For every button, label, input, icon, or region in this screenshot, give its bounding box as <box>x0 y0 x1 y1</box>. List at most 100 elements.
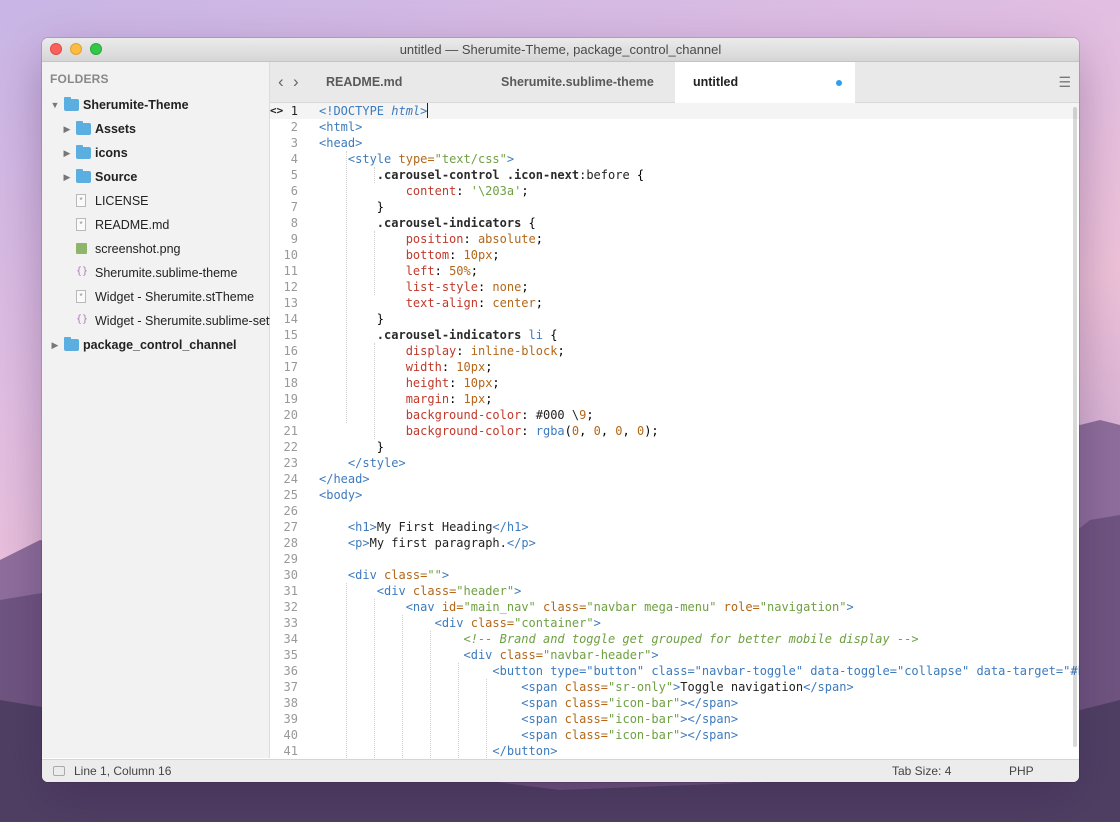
code-line[interactable]: bottom: 10px; <box>319 247 1079 263</box>
line-number: 12 <box>283 280 298 294</box>
line-number: 3 <box>290 136 298 150</box>
sidebar-item[interactable]: * Widget - Sherumite.stTheme <box>42 285 269 309</box>
code-line[interactable]: .carousel-control .icon-next:before { <box>319 167 1079 183</box>
line-number: 13 <box>283 296 298 310</box>
sidebar-item[interactable]: ▶ icons <box>42 141 269 165</box>
tab-menu-icon[interactable]: ☰ <box>1058 62 1071 102</box>
code-area[interactable]: <!DOCTYPE html> <html> <head> <style type=… <box>319 103 1079 758</box>
sidebar-item[interactable]: * README.md <box>42 213 269 237</box>
code-line[interactable]: <!-- Brand and toggle get grouped for be… <box>319 631 1079 647</box>
tab-sherumite-theme[interactable]: Sherumite.sublime-theme <box>501 62 671 102</box>
code-line[interactable]: </button> <box>319 743 1079 758</box>
disclosure-closed-icon[interactable]: ▶ <box>62 165 72 189</box>
code-line[interactable]: .carousel-indicators li { <box>319 327 1079 343</box>
line-number: 7 <box>290 200 298 214</box>
code-line[interactable]: <h1>My First Heading</h1> <box>319 519 1079 535</box>
tab-label: Sherumite.sublime-theme <box>501 75 654 89</box>
indent-guide <box>374 599 375 758</box>
disclosure-open-icon[interactable]: ▼ <box>50 93 60 117</box>
code-line[interactable]: <nav id="main_nav" class="navbar mega-me… <box>319 599 1079 615</box>
code-editor[interactable]: <> 1 2 3 4 5 6 7 8 9 10 11 12 13 14 15 16 17 18 19 20 21 22 23 2… <box>270 103 1079 758</box>
line-number: 9 <box>290 232 298 246</box>
tab-readme[interactable]: README.md <box>326 62 476 102</box>
sidebar-item[interactable]: {} Sherumite.sublime-theme <box>42 261 269 285</box>
panel-toggle-icon[interactable] <box>53 766 65 776</box>
code-line[interactable]: position: absolute; <box>319 231 1079 247</box>
image-file-icon <box>76 243 87 254</box>
sidebar-item[interactable]: * LICENSE <box>42 189 269 213</box>
code-line[interactable]: background-color: rgba(0, 0, 0, 0); <box>319 423 1079 439</box>
code-line[interactable] <box>319 503 1079 519</box>
code-line[interactable]: </style> <box>319 455 1079 471</box>
line-number: 17 <box>283 360 298 374</box>
folder-icon <box>64 97 79 111</box>
indent-guide <box>374 343 375 439</box>
code-line[interactable]: .carousel-indicators { <box>319 215 1079 231</box>
code-line[interactable]: margin: 1px; <box>319 391 1079 407</box>
code-line[interactable]: background-color: #000 \9; <box>319 407 1079 423</box>
code-line[interactable]: } <box>319 311 1079 327</box>
code-line[interactable]: } <box>319 199 1079 215</box>
line-number: 10 <box>283 248 298 262</box>
line-number: <> 1 <box>270 104 298 118</box>
sidebar-item[interactable]: {} Widget - Sherumite.sublime-sett <box>42 309 273 333</box>
code-line[interactable]: <span class="sr-only">Toggle navigation<… <box>319 679 1079 695</box>
line-number: 28 <box>283 536 298 550</box>
editor-window: untitled — Sherumite-Theme, package_cont… <box>42 38 1079 782</box>
code-line[interactable]: <!DOCTYPE html> <box>319 103 1079 119</box>
disclosure-closed-icon[interactable]: ▶ <box>62 141 72 165</box>
code-line[interactable]: content: '\203a'; <box>319 183 1079 199</box>
sidebar-item[interactable]: ▶ package_control_channel <box>42 333 269 357</box>
cursor-position: Line 1, Column 16 <box>74 764 172 778</box>
sidebar-item[interactable]: ▼ Sherumite-Theme <box>42 93 269 117</box>
back-nav-icon[interactable]: ‹ <box>278 62 284 102</box>
code-line[interactable]: height: 10px; <box>319 375 1079 391</box>
line-number: 24 <box>283 472 298 486</box>
tab-untitled[interactable]: untitled <box>675 62 855 103</box>
line-number: 2 <box>290 120 298 134</box>
minimize-window-button[interactable] <box>70 43 82 55</box>
file-icon: * <box>76 290 86 303</box>
sidebar-item[interactable]: ▶ Source <box>42 165 269 189</box>
disclosure-closed-icon[interactable]: ▶ <box>62 117 72 141</box>
code-line[interactable]: <div class=""> <box>319 567 1079 583</box>
sidebar-item[interactable]: ▶ Assets <box>42 117 269 141</box>
code-line[interactable]: <span class="icon-bar"></span> <box>319 711 1079 727</box>
code-line[interactable]: width: 10px; <box>319 359 1079 375</box>
code-line[interactable]: <span class="icon-bar"></span> <box>319 727 1079 743</box>
close-window-button[interactable] <box>50 43 62 55</box>
sidebar-item-label: Assets <box>95 122 136 136</box>
code-line[interactable]: <div class="header"> <box>319 583 1079 599</box>
folder-icon <box>76 145 91 159</box>
code-line[interactable]: <body> <box>319 487 1079 503</box>
line-number: 38 <box>283 696 298 710</box>
code-line[interactable]: <button type="button" class="navbar-togg… <box>319 663 1079 679</box>
syntax-indicator[interactable]: PHP <box>1009 760 1034 782</box>
code-line[interactable]: <head> <box>319 135 1079 151</box>
code-line[interactable]: <style type="text/css"> <box>319 151 1079 167</box>
code-line[interactable]: text-align: center; <box>319 295 1079 311</box>
vertical-scrollbar[interactable] <box>1073 107 1077 747</box>
code-line[interactable]: <html> <box>319 119 1079 135</box>
title-bar: untitled — Sherumite-Theme, package_cont… <box>42 38 1079 62</box>
line-number: 18 <box>283 376 298 390</box>
code-line[interactable]: <p>My first paragraph.</p> <box>319 535 1079 551</box>
code-line[interactable]: display: inline-block; <box>319 343 1079 359</box>
forward-nav-icon[interactable]: › <box>293 62 299 102</box>
tab-size-indicator[interactable]: Tab Size: 4 <box>892 760 951 782</box>
code-line[interactable]: </head> <box>319 471 1079 487</box>
code-line[interactable]: list-style: none; <box>319 279 1079 295</box>
code-line[interactable] <box>319 551 1079 567</box>
code-line[interactable]: <div class="navbar-header"> <box>319 647 1079 663</box>
line-number: 21 <box>283 424 298 438</box>
disclosure-closed-icon[interactable]: ▶ <box>50 333 60 357</box>
line-number: 41 <box>283 744 298 758</box>
code-line[interactable]: <div class="container"> <box>319 615 1079 631</box>
code-line[interactable]: <span class="icon-bar"></span> <box>319 695 1079 711</box>
line-number: 16 <box>283 344 298 358</box>
line-number: 26 <box>283 504 298 518</box>
code-line[interactable]: } <box>319 439 1079 455</box>
code-line[interactable]: left: 50%; <box>319 263 1079 279</box>
zoom-window-button[interactable] <box>90 43 102 55</box>
sidebar-item[interactable]: screenshot.png <box>42 237 269 261</box>
